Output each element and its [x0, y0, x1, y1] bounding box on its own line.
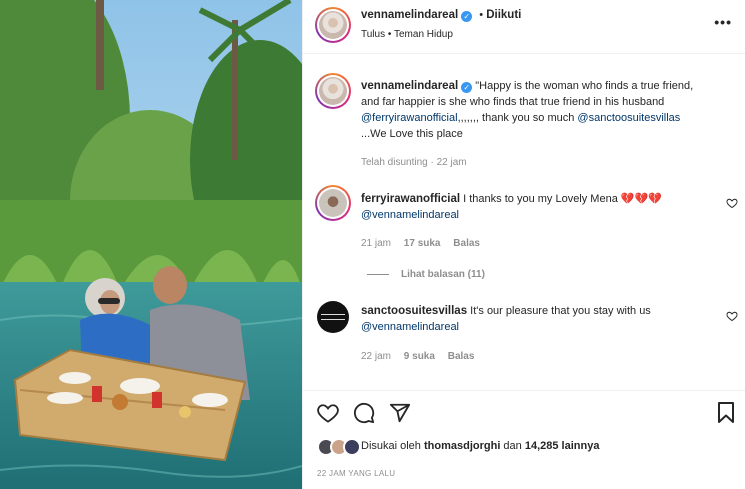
comment-2-text: It's our pleasure that you stay with us [470, 305, 651, 317]
comment-2-author[interactable]: sanctoosuitesvillas [361, 305, 467, 317]
comment-2-reply[interactable]: Balas [448, 351, 475, 362]
caption-dots: ,,,,,,, [457, 112, 479, 124]
comment-1-like-heart-icon[interactable] [726, 197, 738, 209]
post-song[interactable]: Tulus • Teman Hidup [361, 29, 453, 40]
comment-2-like-heart-icon[interactable] [726, 310, 738, 322]
comment-2-likes[interactable]: 9 suka [404, 351, 435, 362]
comment-1-time: 21 jam [361, 238, 392, 249]
post-header: vennamelindareal ✓ • Diikuti Tulus • Tem… [303, 0, 745, 54]
liker-avatar-3[interactable] [343, 438, 361, 456]
follow-status[interactable]: Diikuti [486, 9, 521, 21]
post-photo[interactable] [0, 0, 302, 489]
caption-line-2: and far happier is she who finds that tr… [361, 96, 665, 108]
song-separator: • [387, 29, 392, 40]
caption-avatar[interactable] [315, 73, 351, 109]
caption: vennamelindareal ✓ "Happy is the woman w… [361, 78, 736, 142]
author-avatar[interactable] [315, 7, 351, 43]
more-options-icon[interactable]: ••• [714, 14, 732, 30]
caption-line-4: ...We Love this place [361, 128, 463, 140]
instagram-post-view: vennamelindareal ✓ • Diikuti Tulus • Tem… [0, 0, 745, 489]
caption-author[interactable]: vennamelindareal [361, 80, 458, 92]
comment-1-mention[interactable]: @vennamelindareal [361, 209, 459, 221]
caption-thanks: thank you so much [478, 112, 578, 124]
view-replies-link[interactable]: Lihat balasan (11) [401, 269, 485, 280]
comment-bubble-icon[interactable] [353, 402, 375, 424]
comment-avatar-ferry[interactable] [315, 185, 351, 221]
comment-2-mention[interactable]: @vennamelindareal [361, 321, 459, 333]
heart-outline-icon[interactable] [317, 403, 339, 423]
caption-line-1: "Happy is the woman who finds a true fri… [475, 80, 694, 92]
post-detail-panel: vennamelindareal ✓ • Diikuti Tulus • Tem… [302, 0, 745, 489]
song-artist: Tulus [361, 29, 386, 40]
liked-by-summary[interactable]: Disukai oleh thomasdjorghi dan 14,285 la… [361, 440, 599, 452]
caption-mention-ferry[interactable]: @ferryirawanofficial [361, 112, 458, 124]
replies-divider [367, 274, 389, 275]
comment-1-text: I thanks to you my Lovely Mena [463, 193, 618, 205]
verified-badge-icon: ✓ [461, 82, 473, 93]
action-bar: Disukai oleh thomasdjorghi dan 14,285 la… [303, 390, 745, 489]
post-time-ago[interactable]: 22 JAM YANG LALU [317, 469, 395, 478]
comment-1-likes[interactable]: 17 suka [404, 238, 441, 249]
song-title: Teman Hidup [394, 29, 453, 40]
liked-by-count[interactable]: 14,285 lainnya [525, 440, 600, 452]
post-image [0, 0, 302, 489]
comment-1-emojis: 💔💔💔 [620, 193, 662, 205]
liked-by-user[interactable]: thomasdjorghi [424, 440, 500, 452]
liked-by-mid: dan [500, 440, 525, 452]
comment-1-reply[interactable]: Balas [453, 238, 480, 249]
comment-avatar-sanctoo[interactable] [317, 301, 349, 333]
caption-mention-sanctoo[interactable]: @sanctoosuitesvillas [577, 112, 680, 124]
comment-2-meta: 22 jam 9 suka Balas [361, 351, 474, 362]
liked-by-prefix: Disukai oleh [361, 440, 424, 452]
author-username[interactable]: vennamelindareal [361, 9, 458, 21]
caption-edited: Telah disunting · 22 jam [361, 157, 467, 168]
paper-plane-icon[interactable] [389, 402, 411, 424]
view-replies-label: Lihat balasan (11) [401, 269, 485, 280]
comment-1-author[interactable]: ferryirawanofficial [361, 193, 460, 205]
bookmark-icon[interactable] [717, 402, 735, 424]
verified-badge-icon: ✓ [461, 11, 473, 22]
comment-2-time: 22 jam [361, 351, 392, 362]
comment-2: sanctoosuitesvillas It's our pleasure th… [361, 303, 711, 335]
comment-1-meta: 21 jam 17 suka Balas [361, 238, 480, 249]
comment-1: ferryirawanofficial I thanks to you my L… [361, 191, 711, 223]
